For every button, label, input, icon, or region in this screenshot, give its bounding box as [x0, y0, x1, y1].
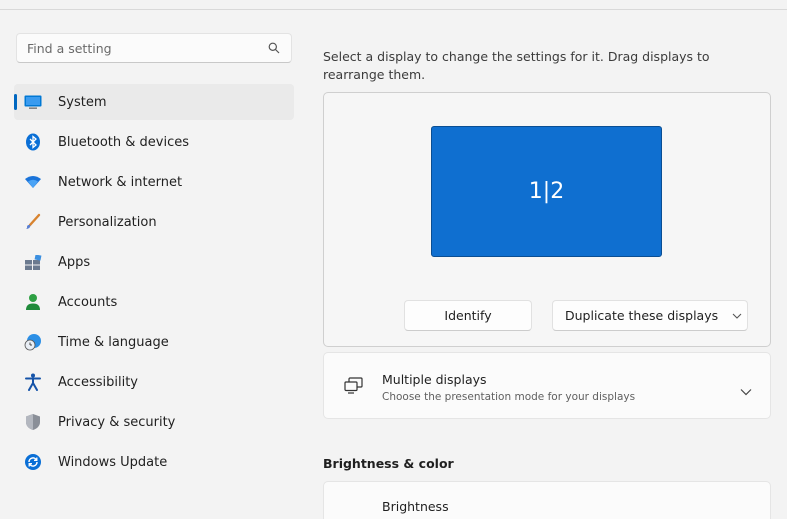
- sidebar-item-label: Apps: [58, 254, 91, 270]
- display-mode-value: Duplicate these displays: [565, 308, 719, 323]
- sidebar-item-privacy[interactable]: Privacy & security: [14, 404, 294, 440]
- sidebar-item-label: Bluetooth & devices: [58, 134, 189, 150]
- search-input[interactable]: [27, 40, 267, 56]
- chevron-down-icon: [732, 311, 742, 321]
- brightness-title: Brightness: [382, 499, 449, 514]
- sidebar-item-personalization[interactable]: Personalization: [14, 204, 294, 240]
- display-monitor-tile[interactable]: 1|2: [431, 126, 662, 257]
- display-instructions: Select a display to change the settings …: [323, 49, 710, 82]
- sidebar-item-time-language[interactable]: Time & language: [14, 324, 294, 360]
- search-box[interactable]: [16, 33, 292, 63]
- sidebar-item-label: Windows Update: [58, 454, 168, 470]
- bluetooth-icon: [24, 133, 42, 151]
- search-icon[interactable]: [267, 41, 281, 55]
- brush-icon: [24, 213, 42, 231]
- sidebar-item-label: Accessibility: [58, 374, 138, 390]
- top-divider: [0, 9, 787, 10]
- accessibility-icon: [24, 373, 42, 391]
- brightness-row[interactable]: Brightness: [323, 481, 771, 519]
- sidebar-item-label: Network & internet: [58, 174, 183, 190]
- sidebar-item-accounts[interactable]: Accounts: [14, 284, 294, 320]
- brightness-section-title: Brightness & color: [323, 456, 454, 471]
- shield-icon: [24, 413, 42, 431]
- identify-label: Identify: [444, 308, 492, 323]
- display-mode-dropdown[interactable]: Duplicate these displays: [552, 300, 748, 331]
- update-icon: [24, 453, 42, 471]
- multiple-displays-row[interactable]: Multiple displays Choose the presentatio…: [323, 352, 771, 419]
- sidebar-item-label: Accounts: [58, 294, 118, 310]
- multiple-displays-icon: [344, 377, 364, 395]
- identify-button[interactable]: Identify: [404, 300, 532, 331]
- sidebar-item-label: Time & language: [58, 334, 169, 350]
- sidebar-item-accessibility[interactable]: Accessibility: [14, 364, 294, 400]
- person-icon: [24, 293, 42, 311]
- wifi-icon: [24, 173, 42, 191]
- multiple-displays-subtitle: Choose the presentation mode for your di…: [382, 391, 636, 403]
- globe-clock-icon: [24, 333, 42, 351]
- sidebar-nav: System Bluetooth & devices Network & int…: [14, 84, 294, 484]
- system-icon: [24, 93, 42, 111]
- sidebar-item-system[interactable]: System: [14, 84, 294, 120]
- sidebar-item-bluetooth[interactable]: Bluetooth & devices: [14, 124, 294, 160]
- multiple-displays-title: Multiple displays: [382, 372, 487, 387]
- sidebar-item-windows-update[interactable]: Windows Update: [14, 444, 294, 480]
- sidebar-item-label: Personalization: [58, 214, 157, 230]
- display-arrangement-panel: 1|2 Identify Duplicate these displays: [323, 92, 771, 347]
- apps-icon: [24, 253, 42, 271]
- sidebar-item-label: Privacy & security: [58, 414, 176, 430]
- display-number-label: 1|2: [528, 179, 565, 204]
- sidebar-item-label: System: [58, 94, 107, 110]
- sidebar-item-network[interactable]: Network & internet: [14, 164, 294, 200]
- chevron-down-icon[interactable]: [740, 381, 752, 396]
- sidebar-item-apps[interactable]: Apps: [14, 244, 294, 280]
